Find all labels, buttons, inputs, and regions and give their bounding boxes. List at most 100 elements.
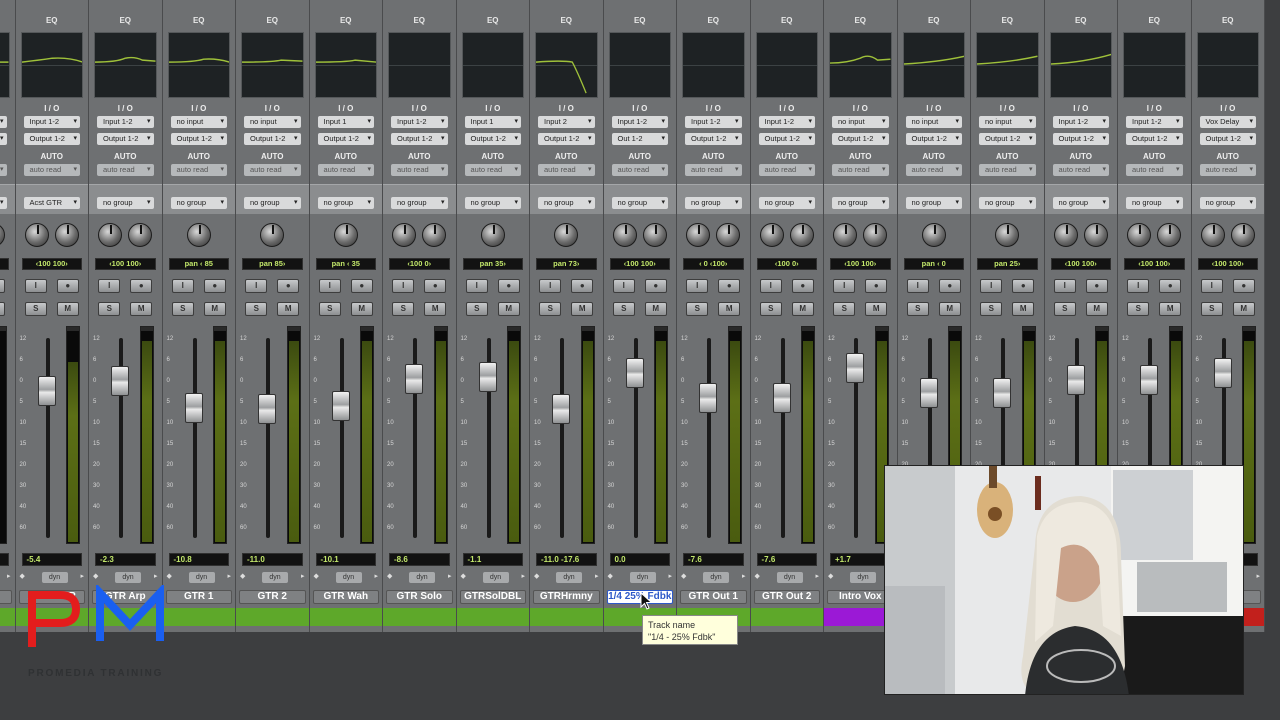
- automation-mode-selector[interactable]: auto read: [464, 164, 521, 176]
- track-name[interactable]: GTR 1: [165, 590, 232, 604]
- dyn-button[interactable]: dyn: [482, 572, 509, 583]
- pan-knob[interactable]: [995, 223, 1020, 247]
- dyn-button[interactable]: dyn: [629, 572, 656, 583]
- group-selector[interactable]: no group: [758, 197, 815, 209]
- volume-fader[interactable]: [331, 391, 350, 421]
- record-enable-button[interactable]: ●: [0, 279, 6, 293]
- pan-knob[interactable]: [686, 223, 711, 247]
- pan-knob[interactable]: [260, 223, 285, 247]
- output-selector[interactable]: Output 1-2: [97, 133, 154, 145]
- record-enable-button[interactable]: ●: [497, 279, 520, 293]
- volume-fader[interactable]: [405, 364, 423, 394]
- automation-mode-selector[interactable]: auto read: [611, 164, 668, 176]
- volume-fader[interactable]: [258, 394, 276, 424]
- record-enable-button[interactable]: ●: [277, 279, 300, 293]
- pan-knob[interactable]: [98, 223, 123, 247]
- record-enable-button[interactable]: ●: [571, 279, 594, 293]
- mute-button[interactable]: M: [1159, 302, 1182, 316]
- input-selector[interactable]: Input 1-2: [23, 116, 80, 128]
- record-enable-button[interactable]: ●: [130, 279, 153, 293]
- group-selector[interactable]: no group: [611, 197, 668, 209]
- solo-button[interactable]: S: [906, 302, 929, 316]
- group-selector[interactable]: no group: [464, 197, 521, 209]
- volume-fader[interactable]: [993, 378, 1011, 408]
- eq-graph[interactable]: [20, 32, 83, 98]
- output-selector[interactable]: Output 1-2: [464, 133, 521, 145]
- automation-mode-selector[interactable]: auto read: [905, 164, 962, 176]
- pan-knob[interactable]: [24, 223, 49, 247]
- input-monitor-button[interactable]: I: [392, 279, 415, 293]
- mute-button[interactable]: M: [644, 302, 667, 316]
- pan-knob[interactable]: [128, 223, 153, 247]
- mute-button[interactable]: M: [938, 302, 961, 316]
- dyn-button[interactable]: dyn: [556, 572, 582, 583]
- group-selector[interactable]: no group: [244, 197, 301, 209]
- track-name[interactable]: GTR Out 1: [680, 590, 747, 604]
- dyn-button[interactable]: dyn: [703, 572, 729, 583]
- mute-button[interactable]: M: [203, 302, 226, 316]
- pan-knob[interactable]: [1157, 223, 1182, 247]
- mute-button[interactable]: M: [497, 302, 520, 316]
- dyn-button[interactable]: dyn: [262, 572, 288, 583]
- input-monitor-button[interactable]: I: [612, 279, 635, 293]
- volume-fader[interactable]: [478, 362, 497, 392]
- eq-graph[interactable]: [608, 32, 671, 98]
- eq-graph[interactable]: [94, 32, 157, 98]
- eq-graph[interactable]: [1196, 32, 1259, 98]
- output-selector[interactable]: Output 1-2: [170, 133, 227, 145]
- input-monitor-button[interactable]: I: [833, 279, 856, 293]
- record-enable-button[interactable]: ●: [644, 279, 667, 293]
- eq-graph[interactable]: [167, 32, 230, 98]
- automation-mode-selector[interactable]: auto read: [538, 164, 595, 176]
- track-name[interactable]: GTR Solo: [386, 590, 453, 604]
- mute-button[interactable]: M: [1232, 302, 1255, 316]
- mute-button[interactable]: M: [277, 302, 300, 316]
- pan-knob[interactable]: [789, 223, 814, 247]
- dyn-button[interactable]: dyn: [115, 572, 141, 583]
- input-monitor-button[interactable]: I: [245, 279, 268, 293]
- output-selector[interactable]: Output 1-2: [391, 133, 448, 145]
- solo-button[interactable]: S: [318, 302, 341, 316]
- record-enable-button[interactable]: ●: [350, 279, 373, 293]
- group-selector[interactable]: no group: [685, 197, 742, 209]
- solo-button[interactable]: S: [1127, 302, 1150, 316]
- input-selector[interactable]: Input 1-2: [685, 116, 742, 128]
- group-selector[interactable]: no group: [1199, 197, 1256, 209]
- eq-graph[interactable]: [976, 32, 1039, 98]
- volume-fader[interactable]: [1066, 365, 1085, 395]
- automation-mode-selector[interactable]: auto read: [1126, 164, 1183, 176]
- track-name[interactable]: [0, 590, 12, 604]
- track-name[interactable]: GTRSolDBL: [459, 590, 526, 604]
- volume-fader[interactable]: [699, 383, 717, 413]
- input-selector[interactable]: Input 1-2: [758, 116, 815, 128]
- mute-button[interactable]: M: [865, 302, 888, 316]
- input-selector[interactable]: no input: [905, 116, 962, 128]
- input-selector[interactable]: Input 1-2: [611, 116, 668, 128]
- automation-mode-selector[interactable]: auto read: [1052, 164, 1109, 176]
- output-selector[interactable]: Output 1-2: [979, 133, 1036, 145]
- input-selector[interactable]: no input: [170, 116, 227, 128]
- pan-knob[interactable]: [1127, 223, 1152, 247]
- input-selector[interactable]: Input 1-2: [1126, 116, 1183, 128]
- output-selector[interactable]: Output 1-2: [832, 133, 889, 145]
- group-selector[interactable]: no group: [979, 197, 1036, 209]
- solo-button[interactable]: S: [98, 302, 121, 316]
- input-monitor-button[interactable]: I: [318, 279, 341, 293]
- pan-knob[interactable]: [612, 223, 637, 247]
- dyn-button[interactable]: dyn: [188, 572, 215, 583]
- record-enable-button[interactable]: ●: [203, 279, 226, 293]
- pan-knob[interactable]: [1053, 223, 1078, 247]
- solo-button[interactable]: S: [980, 302, 1003, 316]
- automation-mode-selector[interactable]: auto read: [317, 164, 374, 176]
- volume-fader[interactable]: [184, 393, 203, 423]
- output-selector[interactable]: [0, 133, 7, 145]
- input-monitor-button[interactable]: I: [1053, 279, 1076, 293]
- record-enable-button[interactable]: ●: [865, 279, 888, 293]
- pan-knob[interactable]: [0, 223, 6, 247]
- pan-knob[interactable]: [642, 223, 667, 247]
- input-selector[interactable]: [0, 116, 7, 128]
- group-selector[interactable]: no group: [97, 197, 154, 209]
- group-selector[interactable]: no group: [832, 197, 889, 209]
- input-selector[interactable]: Input 1: [464, 116, 521, 128]
- solo-button[interactable]: S: [465, 302, 488, 316]
